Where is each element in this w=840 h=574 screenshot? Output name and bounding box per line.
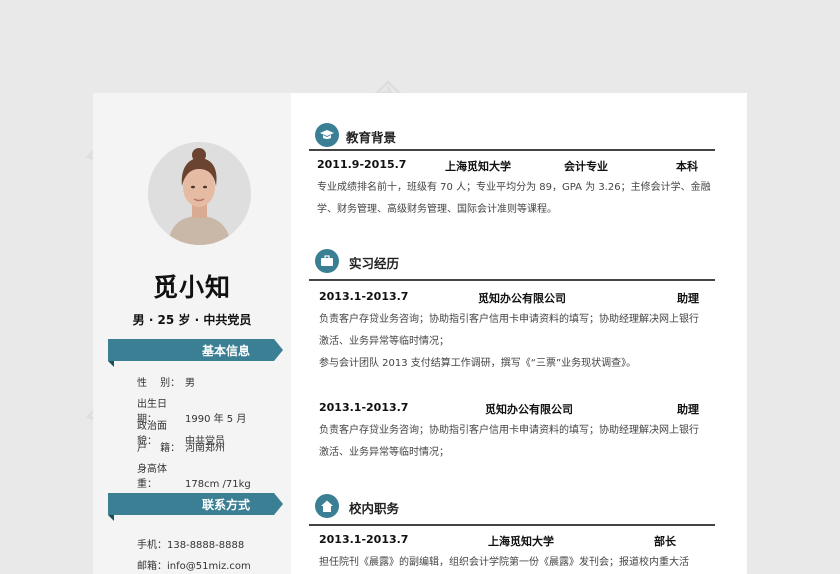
avatar: [148, 142, 251, 245]
info-value: 河南郑州: [185, 443, 225, 454]
campus-org: 上海觅知大学: [488, 535, 554, 548]
education-degree: 本科: [676, 160, 698, 173]
campus-detail: 担任院刊《晨露》的副编辑，组织会计学院第一份《晨露》发刊会；报道校内重大活: [319, 557, 689, 568]
basic-info-title: 基本信息: [201, 344, 250, 358]
info-row: 性 别： 男: [137, 374, 195, 389]
education-major: 会计专业: [564, 160, 608, 173]
internship-detail: 负责客户存贷业务咨询；协助指引客户信用卡申请资料的填写；协助经理解决网上银行: [319, 425, 699, 436]
graduation-cap-icon: [315, 123, 339, 147]
education-detail: 学、财务管理、高级财务管理、国际会计准则等课程。: [317, 204, 557, 215]
info-row: 身高体重： 178cm /71kg: [137, 460, 251, 490]
candidate-meta: 男 · 25 岁 · 中共党员: [132, 313, 252, 327]
internship-detail: 激活、业务异常等临时情况；: [319, 447, 449, 458]
campus-period: 2013.1-2013.7: [319, 533, 409, 546]
contact-label: 手机：: [137, 540, 167, 551]
internship-title: 实习经历: [349, 256, 400, 271]
education-period: 2011.9-2015.7: [317, 158, 407, 171]
internship-company: 觅知办公有限公司: [485, 403, 573, 416]
info-row: 户 籍： 河南郑州: [137, 439, 225, 454]
contact-ribbon: 联系方式: [108, 493, 283, 521]
info-value: 178cm /71kg: [185, 479, 251, 490]
resume-page: 觅小知 男 · 25 岁 · 中共党员 基本信息 性 别：男 出生日期： 1990…: [93, 93, 747, 574]
internship-detail: 参与会计团队 2013 支付结算工作调研，撰写《“三票”业务现状调查》。: [319, 358, 637, 369]
home-icon: [315, 494, 339, 518]
portrait-image: [148, 142, 251, 245]
divider: [309, 524, 715, 526]
basic-info-ribbon: 基本信息: [108, 339, 283, 367]
contact-row: 手机：138-8888-8888: [137, 536, 244, 551]
info-label: 性 别：: [137, 378, 181, 389]
education-school: 上海觅知大学: [445, 160, 511, 173]
info-label: 户 籍：: [137, 443, 181, 454]
internship-company: 觅知办公有限公司: [478, 292, 566, 305]
contact-value: 138-8888-8888: [167, 540, 245, 551]
profile-sidebar: 觅小知 男 · 25 岁 · 中共党员 基本信息 性 别：男 出生日期： 1990…: [93, 93, 291, 574]
contact-value: info@51miz.com: [167, 561, 251, 572]
contact-title: 联系方式: [201, 498, 250, 512]
divider: [309, 149, 715, 151]
internship-period: 2013.1-2013.7: [319, 290, 409, 303]
campus-role: 部长: [654, 535, 676, 548]
internship-detail: 激活、业务异常等临时情况；: [319, 336, 449, 347]
internship-period: 2013.1-2013.7: [319, 401, 409, 414]
internship-detail: 负责客户存贷业务咨询；协助指引客户信用卡申请资料的填写；协助经理解决网上银行: [319, 314, 699, 325]
internship-role: 助理: [677, 403, 699, 416]
ribbon-fold: [108, 361, 114, 367]
education-title: 教育背景: [346, 130, 397, 145]
contact-row: 邮箱：info@51miz.com: [137, 557, 251, 572]
ribbon-fold: [108, 515, 114, 521]
internship-role: 助理: [677, 292, 699, 305]
campus-title: 校内职务: [349, 501, 400, 516]
info-label: 身高体重：: [137, 464, 167, 490]
candidate-name: 觅小知: [152, 273, 231, 302]
contact-label: 邮箱：: [137, 561, 167, 572]
divider: [309, 279, 715, 281]
education-detail: 专业成绩排名前十，班级有 70 人；专业平均分为 89，GPA 为 3.26；主…: [317, 182, 711, 193]
briefcase-icon: [315, 249, 339, 273]
info-value: 男: [185, 378, 195, 389]
